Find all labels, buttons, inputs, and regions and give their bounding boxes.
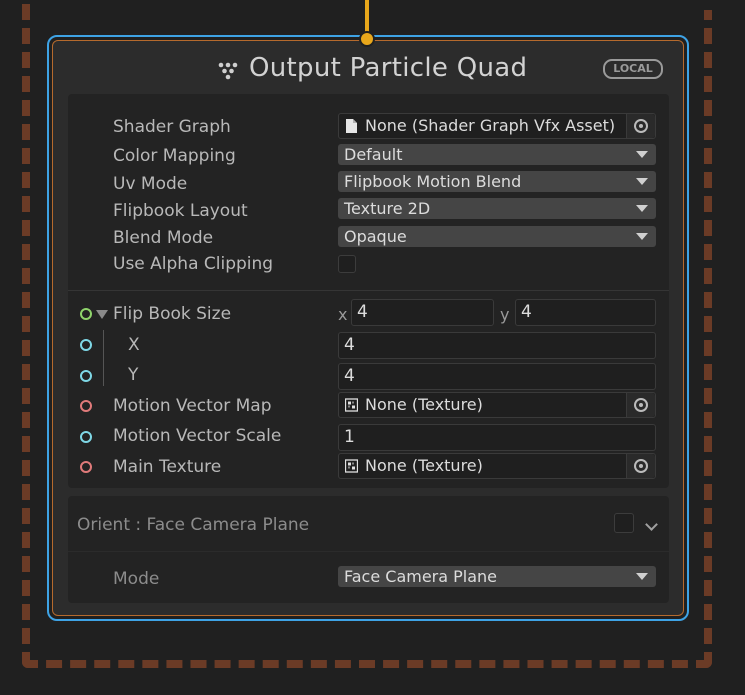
flipbook-layout-label: Flipbook Layout [113,201,248,221]
flipbook-layout-value: Texture 2D [344,199,431,218]
motion-vector-map-port[interactable] [80,400,92,412]
motion-vector-map-label: Motion Vector Map [113,396,272,416]
orient-block[interactable]: Orient : Face Camera Plane Mode Face Cam… [68,496,669,603]
picker-icon [634,398,648,412]
output-context-icon [218,62,238,80]
blend-mode-value: Opaque [344,227,407,246]
motion-vector-map-value: None (Texture) [365,395,483,414]
use-alpha-clipping-checkbox[interactable] [338,255,356,273]
color-mapping-value: Default [344,145,403,164]
hierarchy-line [103,330,104,386]
expand-triangle-icon[interactable] [96,310,108,319]
main-texture-field[interactable]: None (Texture) [338,453,656,479]
orient-enable-checkbox[interactable] [614,513,634,533]
object-picker-button[interactable] [626,393,655,417]
orient-mode-label: Mode [113,569,160,589]
blend-mode-label: Blend Mode [113,228,214,248]
orient-mode-value: Face Camera Plane [344,567,498,586]
section-divider [68,290,669,291]
dropdown-arrow-icon [636,178,648,185]
chevron-down-icon[interactable] [645,518,658,531]
main-texture-label: Main Texture [113,457,222,477]
picker-icon [634,459,648,473]
file-icon [346,119,357,133]
y-port[interactable] [80,370,92,382]
output-particle-quad-node[interactable]: Output Particle Quad LOCAL Shader Graph … [52,40,684,616]
orient-mode-dropdown[interactable]: Face Camera Plane [338,566,656,587]
picker-icon [634,119,648,133]
texture-icon [345,459,358,473]
flip-book-size-label: Flip Book Size [113,304,232,324]
x-label: X [128,335,140,355]
node-header[interactable]: Output Particle Quad LOCAL [53,51,683,87]
y-label: Y [128,365,139,385]
flip-book-size-y-field[interactable]: 4 [515,299,656,326]
main-texture-port[interactable] [80,461,92,473]
object-picker-button[interactable] [626,454,655,478]
orient-block-title: Orient : Face Camera Plane [77,515,310,535]
dropdown-arrow-icon [636,151,648,158]
use-alpha-clipping-label: Use Alpha Clipping [113,254,274,274]
x-field[interactable]: 4 [338,332,656,359]
color-mapping-dropdown[interactable]: Default [338,144,656,165]
flipbook-layout-dropdown[interactable]: Texture 2D [338,198,656,219]
motion-vector-map-field[interactable]: None (Texture) [338,392,656,418]
y-field[interactable]: 4 [338,363,656,390]
color-mapping-label: Color Mapping [113,146,236,166]
shader-graph-label: Shader Graph [113,117,231,137]
node-settings-panel: Shader Graph None (Shader Graph Vfx Asse… [68,94,669,488]
motion-vector-scale-label: Motion Vector Scale [113,426,282,446]
uv-mode-value: Flipbook Motion Blend [344,172,522,191]
main-texture-value: None (Texture) [365,456,483,475]
local-space-badge[interactable]: LOCAL [603,59,663,79]
flow-input-port[interactable] [359,31,375,47]
uv-mode-dropdown[interactable]: Flipbook Motion Blend [338,171,656,192]
motion-vector-scale-port[interactable] [80,431,92,443]
dropdown-arrow-icon [636,233,648,240]
flip-book-size-x-field[interactable]: 4 [351,299,494,326]
dropdown-arrow-icon [636,573,648,580]
uv-mode-label: Uv Mode [113,174,188,194]
node-title: Output Particle Quad [249,53,528,83]
y-axis-label: y [500,305,510,324]
flip-book-size-port[interactable] [80,308,92,320]
x-port[interactable] [80,339,92,351]
orient-block-header[interactable]: Orient : Face Camera Plane [68,496,669,552]
x-axis-label: x [338,305,348,324]
flow-connection [365,0,369,34]
shader-graph-field[interactable]: None (Shader Graph Vfx Asset) [338,113,656,139]
blend-mode-dropdown[interactable]: Opaque [338,226,656,247]
dropdown-arrow-icon [636,205,648,212]
object-picker-button[interactable] [626,114,655,138]
motion-vector-scale-field[interactable]: 1 [338,424,656,451]
texture-icon [345,398,358,412]
shader-graph-value: None (Shader Graph Vfx Asset) [365,116,616,135]
